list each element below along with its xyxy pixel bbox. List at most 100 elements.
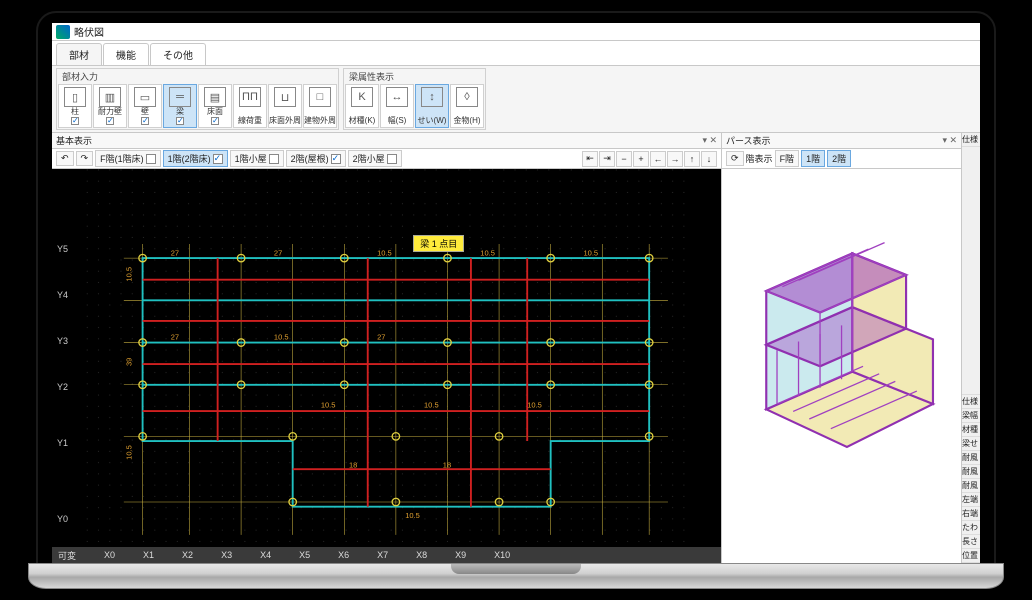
checkbox-icon[interactable] bbox=[146, 154, 156, 164]
wall-icon: ▭ bbox=[134, 87, 156, 107]
floor-1koya[interactable]: 1階小屋 bbox=[230, 150, 284, 167]
tab-sonota[interactable]: その他 bbox=[150, 43, 206, 65]
svg-text:18: 18 bbox=[443, 460, 451, 469]
pane-controls[interactable]: ▾ ✕ bbox=[702, 135, 717, 146]
floor-2koya[interactable]: 2階小屋 bbox=[348, 150, 402, 167]
side-item[interactable]: 耐風 bbox=[962, 451, 980, 465]
side-item[interactable]: 仕様 bbox=[962, 395, 980, 409]
pane-controls[interactable]: ▾ ✕ bbox=[942, 135, 957, 146]
svg-text:27: 27 bbox=[171, 248, 179, 257]
checkbox-icon[interactable] bbox=[211, 117, 219, 125]
persp-floor-1[interactable]: 1階 bbox=[801, 150, 825, 167]
rbtn-width[interactable]: ↔幅(S) bbox=[380, 84, 414, 128]
tool-redo[interactable]: ↷ bbox=[76, 151, 94, 166]
plan-canvas[interactable]: Y5 Y4 Y3 Y2 Y1 Y0 梁 1 点目 bbox=[52, 169, 721, 563]
rbtn-beam[interactable]: ═梁 bbox=[163, 84, 197, 128]
svg-text:18: 18 bbox=[349, 460, 357, 469]
floor-f[interactable]: F階(1階床) bbox=[95, 150, 161, 167]
side-item[interactable]: 長さ bbox=[962, 535, 980, 549]
floor-icon: ▤ bbox=[204, 87, 226, 107]
rbtn-material[interactable]: K材種(K) bbox=[345, 84, 379, 128]
svg-text:10.5: 10.5 bbox=[321, 400, 336, 409]
workspace: 基本表示 ▾ ✕ ↶ ↷ F階(1階床) 1階(2階床) 1階小屋 2階(屋根)… bbox=[52, 133, 980, 563]
side-title[interactable]: 仕様 bbox=[962, 133, 980, 147]
persp-tool[interactable]: ⟳ bbox=[726, 151, 744, 166]
floor-display-label: 階表示 bbox=[746, 152, 773, 165]
perspective-title: パース表示 bbox=[726, 134, 771, 147]
tab-kinou[interactable]: 機能 bbox=[103, 43, 149, 65]
perspective-header: パース表示 ▾ ✕ bbox=[722, 133, 961, 149]
laptop-base bbox=[28, 563, 1004, 589]
side-item[interactable]: 耐風 bbox=[962, 479, 980, 493]
nav-right[interactable]: → bbox=[667, 151, 683, 167]
laptop-notch bbox=[451, 564, 581, 574]
svg-text:27: 27 bbox=[171, 333, 179, 342]
side-item[interactable]: 位置 bbox=[962, 549, 980, 563]
ribbon: 部材入力 ▯柱 ▥耐力壁 ▭壁 ═梁 ▤床面 ΠΠ線荷重 ⊔床面外周 □建物外周… bbox=[52, 66, 980, 133]
rbtn-hardware[interactable]: ◊金物(H) bbox=[450, 84, 484, 128]
title-bar: 略伏図 bbox=[52, 23, 980, 41]
nav-up[interactable]: ↑ bbox=[684, 151, 700, 167]
nav-zoomin[interactable]: + bbox=[633, 151, 649, 167]
tab-buzai[interactable]: 部材 bbox=[56, 43, 102, 65]
rbtn-column[interactable]: ▯柱 bbox=[58, 84, 92, 128]
side-item[interactable]: 材種 bbox=[962, 423, 980, 437]
svg-text:10.5: 10.5 bbox=[527, 400, 542, 409]
input-prompt: 梁 1 点目 bbox=[413, 235, 464, 252]
ribbon-group-input: 部材入力 ▯柱 ▥耐力壁 ▭壁 ═梁 ▤床面 ΠΠ線荷重 ⊔床面外周 □建物外周 bbox=[56, 68, 339, 130]
rbtn-lineload[interactable]: ΠΠ線荷重 bbox=[233, 84, 267, 128]
persp-floor-f[interactable]: F階 bbox=[775, 150, 800, 167]
iso-canvas[interactable] bbox=[722, 169, 961, 563]
side-item[interactable]: 耐風 bbox=[962, 465, 980, 479]
nav-fith[interactable]: ⇤ bbox=[582, 151, 598, 167]
canvas-status: 可変 X0X1 X2X3 X4X5 X6X7 X8X9 X10 bbox=[52, 547, 721, 563]
width-icon: ↔ bbox=[386, 87, 408, 107]
side-item[interactable]: たわ bbox=[962, 521, 980, 535]
checkbox-icon[interactable] bbox=[213, 154, 223, 164]
nav-zoomout[interactable]: − bbox=[616, 151, 632, 167]
rbtn-floorperim[interactable]: ⊔床面外周 bbox=[268, 84, 302, 128]
checkbox-icon[interactable] bbox=[176, 117, 184, 125]
side-panel[interactable]: 仕様 仕様 梁幅 材種 梁せ 耐風 耐風 耐風 左端 右端 たわ 長さ 位置 bbox=[962, 133, 980, 563]
main-pane: 基本表示 ▾ ✕ ↶ ↷ F階(1階床) 1階(2階床) 1階小屋 2階(屋根)… bbox=[52, 133, 722, 563]
rbtn-bldgperim[interactable]: □建物外周 bbox=[303, 84, 337, 128]
floorperim-icon: ⊔ bbox=[274, 87, 296, 107]
checkbox-icon[interactable] bbox=[269, 154, 279, 164]
svg-text:27: 27 bbox=[377, 333, 385, 342]
checkbox-icon[interactable] bbox=[331, 154, 341, 164]
plan-svg: 272710.510.510.5 2710.527 10.510.510.5 1… bbox=[52, 169, 721, 563]
rbtn-floor[interactable]: ▤床面 bbox=[198, 84, 232, 128]
nav-left[interactable]: ← bbox=[650, 151, 666, 167]
side-item[interactable]: 右端 bbox=[962, 507, 980, 521]
svg-text:10.5: 10.5 bbox=[584, 248, 599, 257]
main-pane-title: 基本表示 bbox=[56, 134, 92, 147]
bldgperim-icon: □ bbox=[309, 87, 331, 107]
svg-text:10.5: 10.5 bbox=[424, 400, 439, 409]
checkbox-icon[interactable] bbox=[387, 154, 397, 164]
floor-2[interactable]: 2階(屋根) bbox=[286, 150, 346, 167]
iso-svg bbox=[734, 189, 949, 544]
side-item[interactable]: 梁せ bbox=[962, 437, 980, 451]
checkbox-icon[interactable] bbox=[71, 117, 79, 125]
column-icon: ▯ bbox=[64, 87, 86, 107]
hardware-icon: ◊ bbox=[456, 87, 478, 107]
ribbon-group-beamdisp: 梁属性表示 K材種(K) ↔幅(S) ↕せい(W) ◊金物(H) bbox=[343, 68, 486, 130]
rbtn-shearwall[interactable]: ▥耐力壁 bbox=[93, 84, 127, 128]
nav-fitv[interactable]: ⇥ bbox=[599, 151, 615, 167]
material-icon: K bbox=[351, 87, 373, 107]
ribbon-group-title: 部材入力 bbox=[58, 70, 337, 84]
y-axis-labels: Y5 Y4 Y3 Y2 Y1 Y0 bbox=[54, 175, 71, 525]
tool-undo[interactable]: ↶ bbox=[56, 151, 74, 166]
nav-down[interactable]: ↓ bbox=[701, 151, 717, 167]
persp-floor-2[interactable]: 2階 bbox=[827, 150, 851, 167]
rbtn-depth[interactable]: ↕せい(W) bbox=[415, 84, 449, 128]
side-item[interactable]: 梁幅 bbox=[962, 409, 980, 423]
perspective-toolbar: ⟳ 階表示 F階 1階 2階 bbox=[722, 149, 961, 169]
side-item[interactable]: 左端 bbox=[962, 493, 980, 507]
checkbox-icon[interactable] bbox=[141, 117, 149, 125]
svg-text:10.5: 10.5 bbox=[124, 267, 133, 282]
checkbox-icon[interactable] bbox=[106, 117, 114, 125]
rbtn-wall[interactable]: ▭壁 bbox=[128, 84, 162, 128]
ribbon-tabs: 部材 機能 その他 bbox=[52, 41, 980, 66]
floor-1[interactable]: 1階(2階床) bbox=[163, 150, 228, 167]
